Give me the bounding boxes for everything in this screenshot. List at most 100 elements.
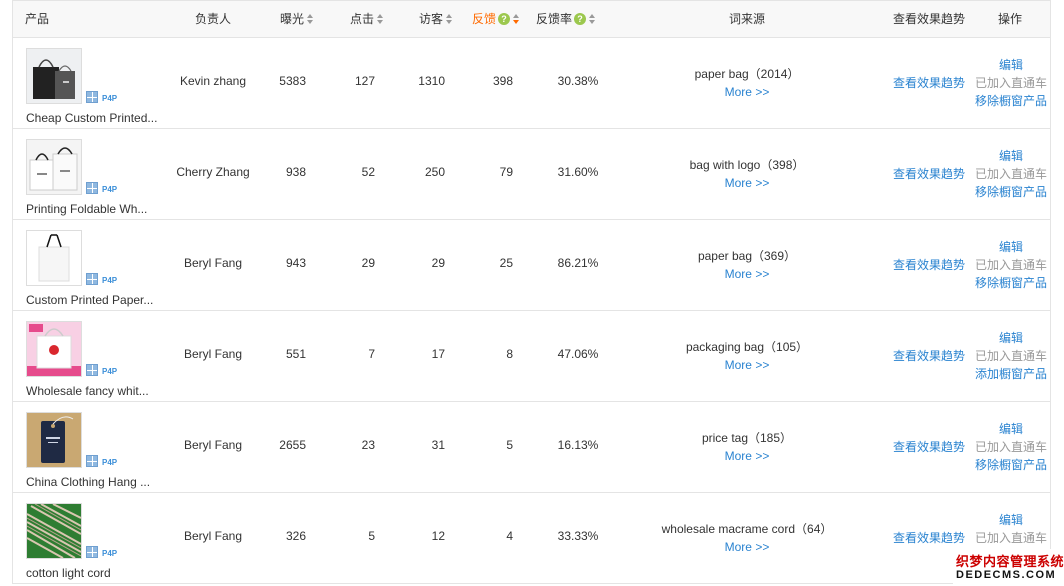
- more-keywords-link[interactable]: More >>: [627, 447, 867, 465]
- product-thumbnail[interactable]: [26, 230, 82, 286]
- visitors-value: 17: [431, 347, 445, 361]
- word-source: wholesale macrame cord（64） More >>: [627, 520, 867, 556]
- product-name-link[interactable]: cotton light cord: [26, 566, 166, 580]
- feedback-value: 79: [499, 165, 513, 179]
- p4p-label: P4P: [102, 94, 118, 103]
- help-icon[interactable]: ?: [498, 12, 511, 25]
- p4p-grid-icon: [86, 364, 98, 376]
- added-to-p4p-status: 已加入直通车: [974, 258, 1047, 272]
- table-body: P4P Cheap Custom Printed... Kevin zhang …: [12, 38, 1051, 584]
- impressions-value: 2655: [279, 438, 306, 452]
- visitors-value: 31: [431, 438, 445, 452]
- impressions-value: 551: [285, 347, 306, 361]
- more-keywords-link[interactable]: More >>: [627, 174, 867, 192]
- p4p-label: P4P: [102, 458, 118, 467]
- added-to-p4p-status: 已加入直通车: [974, 76, 1047, 90]
- watermark-line-1: 织梦内容管理系统: [956, 554, 1064, 569]
- header-clicks-label: 点击: [350, 12, 375, 26]
- header-actions: 操作: [998, 12, 1023, 26]
- more-keywords-link[interactable]: More >>: [627, 83, 867, 101]
- word-source: packaging bag（105） More >>: [627, 338, 867, 374]
- sort-icon: [446, 13, 453, 24]
- impressions-value: 938: [285, 165, 306, 179]
- product-thumbnail[interactable]: [26, 321, 82, 377]
- row-actions: 编辑 已加入直通车: [973, 511, 1049, 547]
- clicks-value: 127: [354, 74, 375, 88]
- keyword-text: packaging bag（105）: [685, 340, 809, 354]
- window-product-link[interactable]: 移除橱窗产品: [973, 92, 1049, 110]
- product-name-link[interactable]: Printing Foldable Wh...: [26, 202, 166, 216]
- keyword-text: paper bag（369）: [697, 249, 797, 263]
- visitors-value: 12: [431, 529, 445, 543]
- table-row: P4P China Clothing Hang ... Beryl Fang 2…: [12, 402, 1051, 493]
- impressions-value: 326: [285, 529, 306, 543]
- product-name-link[interactable]: Wholesale fancy whit...: [26, 384, 166, 398]
- edit-link[interactable]: 编辑: [973, 56, 1049, 74]
- header-feedback-rate-label: 反馈率: [536, 12, 573, 26]
- window-product-link[interactable]: 移除橱窗产品: [973, 183, 1049, 201]
- clicks-value: 29: [361, 256, 375, 270]
- more-keywords-link[interactable]: More >>: [627, 538, 867, 556]
- impressions-value: 943: [285, 256, 306, 270]
- view-trend-link[interactable]: 查看效果趋势: [893, 347, 965, 364]
- keyword-text: paper bag（2014）: [694, 67, 800, 81]
- product-thumbnail[interactable]: [26, 48, 82, 104]
- header-view-trend: 查看效果趋势: [893, 12, 966, 26]
- edit-link[interactable]: 编辑: [973, 238, 1049, 256]
- view-trend-link[interactable]: 查看效果趋势: [893, 438, 965, 455]
- help-icon[interactable]: ?: [574, 12, 587, 25]
- keyword-text: bag with logo（398）: [689, 158, 805, 172]
- row-actions: 编辑 已加入直通车 移除橱窗产品: [973, 238, 1049, 292]
- edit-link[interactable]: 编辑: [973, 511, 1049, 529]
- edit-link[interactable]: 编辑: [973, 420, 1049, 438]
- header-feedback-sort[interactable]: 反馈?: [472, 1, 520, 37]
- edit-link[interactable]: 编辑: [973, 329, 1049, 347]
- feedback-rate-value: 47.06%: [557, 347, 599, 361]
- table-row: P4P Printing Foldable Wh... Cherry Zhang…: [12, 129, 1051, 220]
- p4p-grid-icon: [86, 546, 98, 558]
- impressions-value: 5383: [279, 74, 306, 88]
- feedback-rate-value: 16.13%: [557, 438, 599, 452]
- row-actions: 编辑 已加入直通车 添加橱窗产品: [973, 329, 1049, 383]
- view-trend-link[interactable]: 查看效果趋势: [893, 256, 965, 273]
- product-name-link[interactable]: Cheap Custom Printed...: [26, 111, 166, 125]
- header-visitors-sort[interactable]: 访客: [419, 1, 453, 37]
- header-impressions-sort[interactable]: 曝光: [280, 1, 314, 37]
- header-clicks-sort[interactable]: 点击: [350, 1, 384, 37]
- clicks-value: 52: [361, 165, 375, 179]
- p4p-grid-icon: [86, 182, 98, 194]
- product-name-link[interactable]: China Clothing Hang ...: [26, 475, 166, 489]
- feedback-value: 8: [506, 347, 513, 361]
- window-product-link[interactable]: 移除橱窗产品: [973, 456, 1049, 474]
- table-row: P4P Wholesale fancy whit... Beryl Fang 5…: [12, 311, 1051, 402]
- feedback-value: 5: [506, 438, 513, 452]
- keyword-text: price tag（185）: [701, 431, 793, 445]
- window-product-link[interactable]: 添加橱窗产品: [973, 365, 1049, 383]
- more-keywords-link[interactable]: More >>: [627, 265, 867, 283]
- product-thumbnail[interactable]: [26, 139, 82, 195]
- p4p-grid-icon: [86, 91, 98, 103]
- product-thumbnail[interactable]: [26, 503, 82, 559]
- header-impressions-label: 曝光: [280, 12, 305, 26]
- window-product-link[interactable]: 移除橱窗产品: [973, 274, 1049, 292]
- header-visitors-label: 访客: [419, 12, 444, 26]
- keyword-text: wholesale macrame cord（64）: [661, 522, 833, 536]
- more-keywords-link[interactable]: More >>: [627, 356, 867, 374]
- view-trend-link[interactable]: 查看效果趋势: [893, 529, 965, 546]
- feedback-value: 398: [492, 74, 513, 88]
- feedback-rate-value: 31.60%: [557, 165, 599, 179]
- visitors-value: 250: [424, 165, 445, 179]
- sort-icon: [513, 13, 520, 24]
- header-feedback-rate-sort[interactable]: 反馈率?: [536, 1, 596, 37]
- table-row: P4P Custom Printed Paper... Beryl Fang 9…: [12, 220, 1051, 311]
- header-word-source: 词来源: [728, 12, 765, 26]
- view-trend-link[interactable]: 查看效果趋势: [893, 165, 965, 182]
- view-trend-link[interactable]: 查看效果趋势: [893, 74, 965, 91]
- feedback-value: 4: [506, 529, 513, 543]
- product-name-link[interactable]: Custom Printed Paper...: [26, 293, 166, 307]
- product-effect-table: 产品 负责人 曝光 点击 访客 反馈? 反馈率? 词来源 查看效果趋势 操作 P…: [12, 0, 1051, 584]
- p4p-label: P4P: [102, 185, 118, 194]
- feedback-rate-value: 33.33%: [557, 529, 599, 543]
- product-thumbnail[interactable]: [26, 412, 82, 468]
- edit-link[interactable]: 编辑: [973, 147, 1049, 165]
